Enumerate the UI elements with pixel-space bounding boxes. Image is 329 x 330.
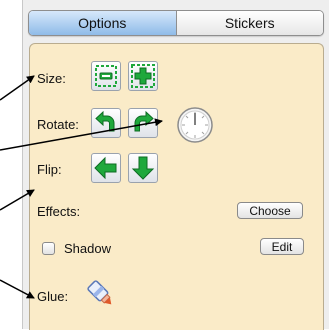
- edit-button[interactable]: Edit: [260, 238, 304, 255]
- flip-vertical-button[interactable]: [128, 153, 158, 183]
- rotate-left-button[interactable]: [91, 108, 121, 138]
- rotate-left-icon: [95, 110, 115, 132]
- shadow-checkbox[interactable]: [42, 242, 55, 255]
- flip-horizontal-icon: [94, 156, 117, 180]
- rotate-right-button[interactable]: [128, 108, 158, 138]
- shrink-icon: [95, 65, 117, 87]
- options-panel: Options Stickers Size: Rotate: Flip: Eff…: [22, 0, 329, 330]
- shadow-label: Shadow: [64, 241, 111, 256]
- flip-label: Flip:: [37, 162, 62, 177]
- options-box: Size: Rotate: Flip: Effects: Choose Shad…: [29, 43, 324, 330]
- size-smaller-button[interactable]: [91, 61, 121, 91]
- glue-stick-icon[interactable]: [82, 275, 118, 311]
- effects-label: Effects:: [37, 204, 81, 219]
- tab-segmented-control: Options Stickers: [28, 10, 324, 36]
- tab-options[interactable]: Options: [29, 11, 177, 35]
- flip-horizontal-button[interactable]: [91, 153, 121, 183]
- enlarge-icon: [131, 64, 155, 88]
- rotate-right-icon: [134, 110, 154, 132]
- glue-label: Glue:: [37, 289, 69, 304]
- choose-button[interactable]: Choose: [237, 202, 303, 219]
- rotate-label: Rotate:: [37, 117, 79, 132]
- flip-vertical-icon: [131, 156, 155, 180]
- size-larger-button[interactable]: [128, 61, 158, 91]
- rotation-dial-icon[interactable]: [176, 106, 214, 144]
- tab-stickers[interactable]: Stickers: [176, 11, 323, 35]
- size-label: Size:: [37, 71, 66, 86]
